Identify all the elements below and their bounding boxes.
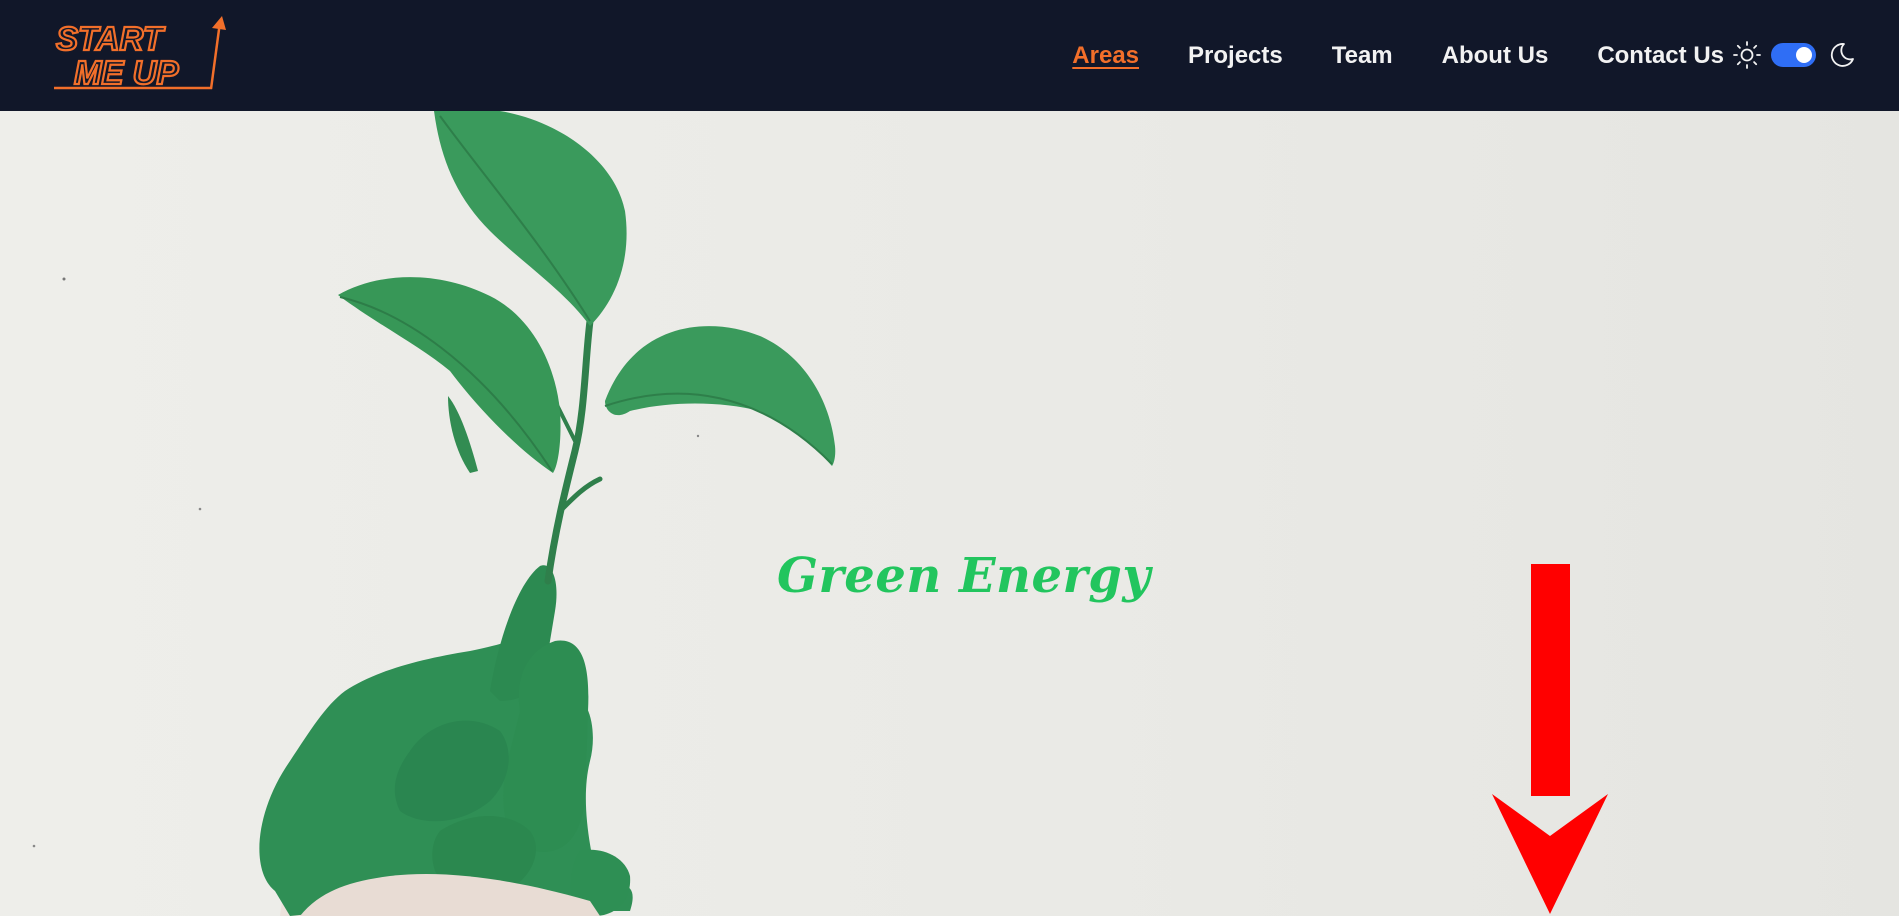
moon-icon: [1828, 41, 1856, 69]
hero-plant-hand-image: [32, 111, 836, 916]
nav-link-projects[interactable]: Projects: [1188, 42, 1283, 70]
hero-title: Green Energy: [777, 548, 1151, 604]
logo-line1: START: [56, 20, 166, 57]
nav-link-contact-us[interactable]: Contact Us: [1597, 42, 1724, 70]
startmeup-logo[interactable]: START ME UP: [52, 16, 227, 92]
nav-link-team[interactable]: Team: [1332, 42, 1393, 70]
toggle-knob: [1796, 47, 1812, 63]
sun-icon: [1732, 40, 1762, 70]
logo-line2: ME UP: [74, 54, 180, 91]
theme-toggle[interactable]: [1771, 43, 1816, 67]
arrow-down-icon[interactable]: [1490, 564, 1610, 916]
nav-link-areas[interactable]: Areas: [1072, 42, 1139, 70]
main-nav: Areas Projects Team About Us Contact Us: [1023, 0, 1724, 111]
hero-section: Green Energy: [0, 111, 1899, 916]
nav-link-about-us[interactable]: About Us: [1442, 42, 1549, 70]
navbar: START ME UP Areas Projects Team About Us…: [0, 0, 1899, 111]
theme-switcher: [1732, 38, 1877, 72]
